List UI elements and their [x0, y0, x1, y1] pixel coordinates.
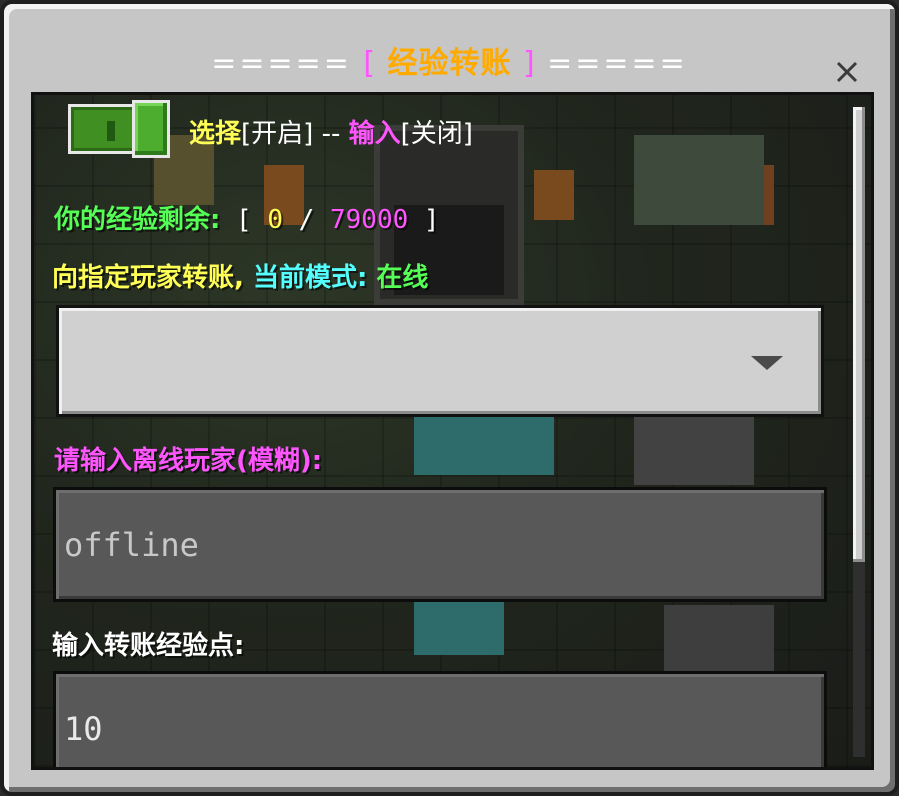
- toggle-knob: [132, 100, 170, 158]
- dialog-title: ===== [ 经验转账 ] =====: [4, 38, 895, 82]
- toggle-label-input: 输入: [348, 119, 401, 149]
- toggle-label-separator: --: [313, 119, 349, 149]
- toggle-label-open: [开启]: [241, 119, 314, 149]
- form-content: 选择[开启] -- 输入[关闭] 你的经验剩余: [ 0 / 79000 ] 向…: [34, 95, 843, 767]
- exp-slash: /: [283, 205, 330, 235]
- exp-label: 你的经验剩余:: [54, 205, 221, 235]
- points-field[interactable]: [53, 671, 827, 767]
- scrollbar[interactable]: [853, 107, 865, 757]
- transfer-label: 向指定玩家转账,: [52, 263, 244, 293]
- mode-value: 在线: [367, 263, 429, 293]
- title-left-dashes: =====: [211, 46, 352, 81]
- exp-max: 79000: [330, 205, 409, 235]
- transfer-mode-line: 向指定玩家转账, 当前模式: 在线: [52, 257, 428, 294]
- toggle-label: 选择[开启] -- 输入[关闭]: [189, 113, 473, 150]
- points-input[interactable]: [56, 674, 824, 767]
- exp-open-bracket: [: [220, 205, 268, 235]
- scrollbar-thumb[interactable]: [853, 107, 865, 562]
- offline-player-field[interactable]: [53, 487, 827, 602]
- exp-remaining: 你的经验剩余: [ 0 / 79000 ]: [54, 199, 440, 236]
- points-label: 输入转账经验点:: [52, 631, 245, 661]
- close-icon-glyph: [836, 61, 858, 83]
- mode-label: 当前模式:: [243, 263, 368, 293]
- dialog-frame: ===== [ 经验转账 ] ===== 选择[开启] -- 输入[关闭] 你的…: [0, 0, 899, 796]
- title-bar: ===== [ 经验转账 ] =====: [4, 26, 895, 86]
- title-text: 经验转账: [387, 46, 512, 81]
- exp-close-bracket: ]: [408, 205, 440, 235]
- title-open-bracket: [: [363, 46, 377, 81]
- title-close-bracket: ]: [522, 46, 536, 81]
- mode-toggle[interactable]: [68, 100, 170, 160]
- toggle-label-close: [关闭]: [400, 119, 473, 149]
- offline-player-label: 请输入离线玩家(模糊):: [54, 446, 323, 476]
- close-icon[interactable]: [833, 60, 861, 88]
- content-panel: 选择[开启] -- 输入[关闭] 你的经验剩余: [ 0 / 79000 ] 向…: [31, 92, 874, 770]
- chevron-down-icon: [751, 356, 783, 370]
- toggle-label-select: 选择: [189, 119, 242, 149]
- offline-player-input[interactable]: [56, 490, 824, 599]
- player-dropdown[interactable]: [56, 305, 824, 417]
- title-right-dashes: =====: [547, 46, 688, 81]
- exp-current: 0: [267, 205, 284, 235]
